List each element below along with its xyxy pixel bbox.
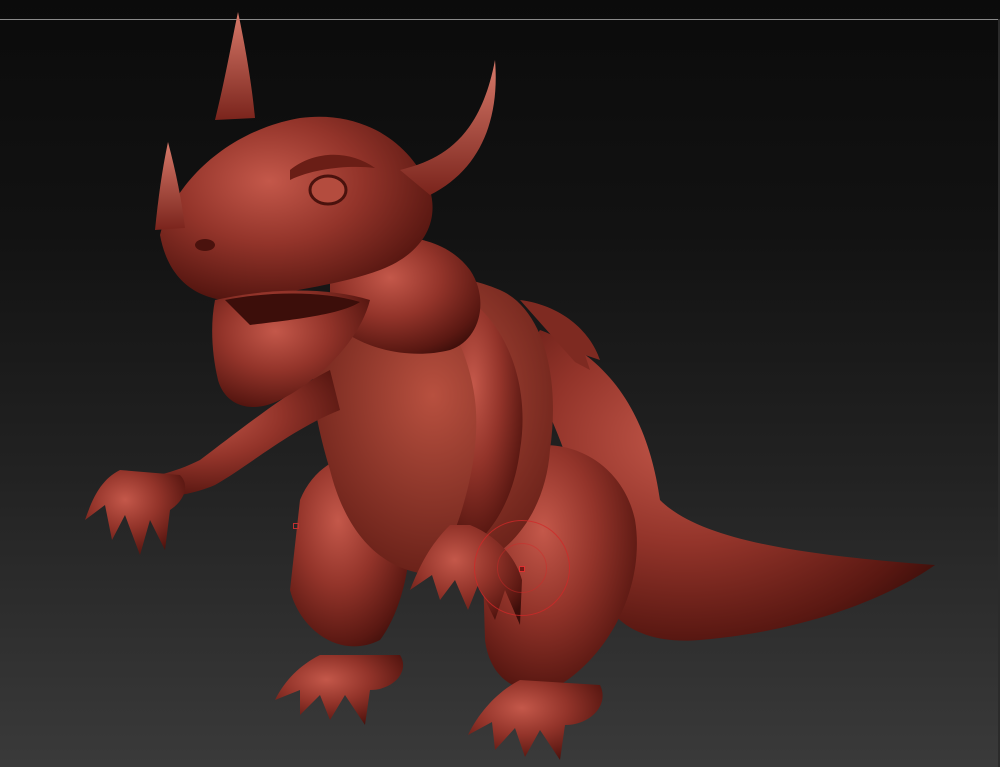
stroke-marker — [293, 523, 299, 529]
nostril — [195, 239, 215, 251]
side-horn — [400, 60, 496, 195]
nose-horn — [155, 142, 185, 230]
left-hand — [85, 470, 186, 555]
top-horn — [215, 12, 255, 120]
sculpt-viewport[interactable] — [0, 0, 1000, 767]
eye — [308, 174, 348, 206]
left-foot — [275, 655, 404, 725]
right-foot — [468, 680, 603, 760]
dragon-sculpt-model[interactable] — [0, 0, 1000, 767]
brush-center-point — [519, 566, 525, 572]
